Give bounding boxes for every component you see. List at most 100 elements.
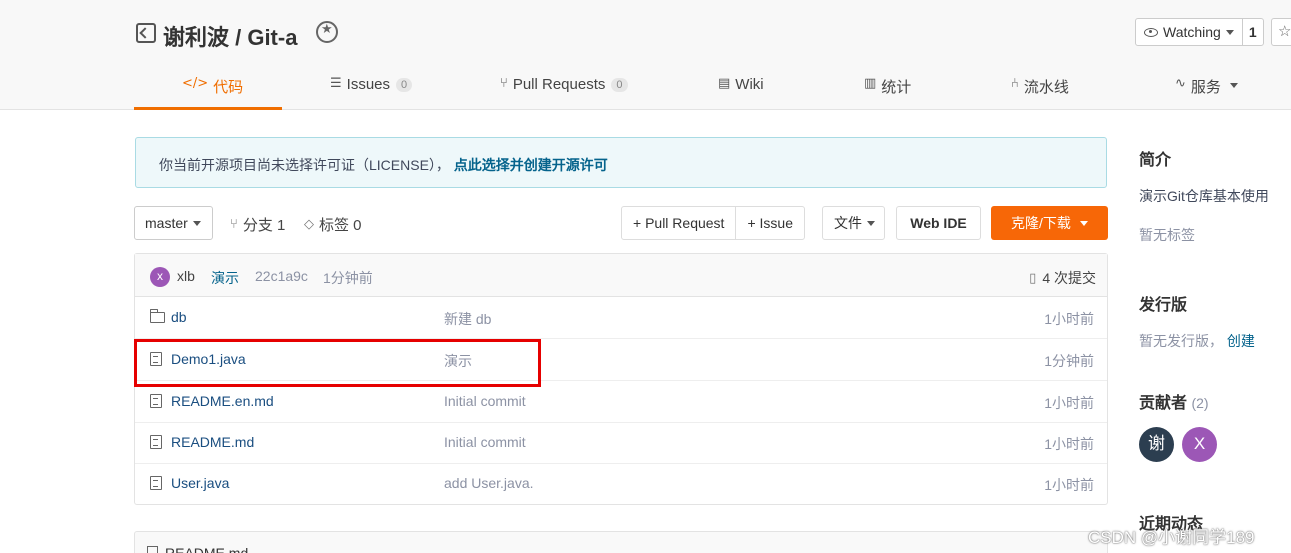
no-tags-text: 暂无标签 bbox=[1139, 227, 1195, 243]
badge-icon[interactable] bbox=[316, 21, 338, 43]
issues-icon: ☰ bbox=[330, 76, 342, 91]
license-notice: 你当前开源项目尚未选择许可证（LICENSE）， 点此选择并创建开源许可 bbox=[135, 137, 1107, 188]
watch-count[interactable]: 1 bbox=[1243, 19, 1263, 45]
commit-author[interactable]: xlb bbox=[177, 268, 195, 284]
tab-pull-requests[interactable]: ⑂ Pull Requests 0 bbox=[500, 70, 628, 110]
tab-wiki[interactable]: ▤ Wiki bbox=[718, 70, 764, 110]
tab-label: Pull Requests bbox=[512, 76, 606, 93]
file-commit-message[interactable]: Initial commit bbox=[444, 434, 526, 450]
file-menu-button[interactable]: 文件 bbox=[822, 206, 885, 240]
chevron-down-icon bbox=[1229, 83, 1238, 88]
file-name[interactable]: User.java bbox=[171, 475, 229, 491]
chevron-down-icon bbox=[867, 220, 875, 226]
file-time: 1小时前 bbox=[1044, 477, 1094, 493]
file-row[interactable]: README.md Initial commit 1小时前 bbox=[135, 422, 1107, 464]
contributors-count: (2) bbox=[1191, 395, 1209, 411]
pull-requests-count: 0 bbox=[611, 78, 628, 92]
readme-label[interactable]: README.md bbox=[165, 545, 248, 553]
tab-label: Issues bbox=[346, 76, 391, 93]
tab-stats[interactable]: ▥ 统计 bbox=[864, 70, 911, 110]
watch-label: Watching bbox=[1163, 24, 1221, 40]
notice-text: 你当前开源项目尚未选择许可证（LICENSE）， bbox=[159, 157, 450, 173]
branch-icon: ⑂ bbox=[230, 217, 238, 232]
file-row[interactable]: User.java add User.java. 1小时前 bbox=[135, 463, 1107, 505]
commit-hash[interactable]: 22c1a9c bbox=[255, 268, 308, 284]
file-time: 1小时前 bbox=[1044, 311, 1094, 327]
chevron-down-icon bbox=[1079, 220, 1088, 226]
avatar[interactable]: X bbox=[1182, 427, 1217, 462]
tab-label: 统计 bbox=[881, 79, 912, 96]
clone-download-button[interactable]: 克隆/下载 bbox=[991, 206, 1108, 240]
tags-label: 标签 0 bbox=[319, 217, 362, 234]
clone-label: 克隆/下载 bbox=[1011, 215, 1071, 231]
chevron-down-icon bbox=[1225, 29, 1234, 35]
file-time: 1小时前 bbox=[1044, 436, 1094, 452]
branch-name: master bbox=[145, 215, 188, 231]
commit-count: 4 次提交 bbox=[1042, 270, 1096, 286]
file-icon bbox=[150, 476, 162, 490]
star-button[interactable]: ☆ bbox=[1271, 18, 1291, 46]
repo-tabs: </> 代码 ☰ Issues 0 ⑂ Pull Requests 0 ▤ Wi… bbox=[134, 70, 1291, 110]
web-ide-button[interactable]: Web IDE bbox=[896, 206, 981, 240]
tab-label: 代码 bbox=[213, 79, 244, 96]
watch-button[interactable]: Watching bbox=[1136, 19, 1243, 45]
branches-link[interactable]: ⑂ 分支 1 bbox=[230, 214, 285, 235]
file-name[interactable]: README.md bbox=[171, 434, 254, 450]
new-pull-request-button[interactable]: + Pull Request bbox=[622, 207, 735, 239]
issues-count: 0 bbox=[396, 78, 413, 92]
contributors-title: 贡献者 (2) bbox=[1139, 389, 1209, 413]
wiki-icon: ▤ bbox=[718, 76, 731, 91]
file-name[interactable]: db bbox=[171, 309, 187, 325]
file-time: 1小时前 bbox=[1044, 395, 1094, 411]
tab-pipeline[interactable]: ⑃ 流水线 bbox=[1011, 70, 1069, 110]
branch-select[interactable]: master bbox=[134, 206, 213, 240]
file-commit-message[interactable]: add User.java. bbox=[444, 475, 534, 491]
stats-icon: ▥ bbox=[864, 76, 877, 91]
eye-icon bbox=[1144, 27, 1158, 37]
tab-service[interactable]: ∿ 服务 bbox=[1175, 70, 1238, 110]
pipeline-icon: ⑃ bbox=[1011, 76, 1019, 91]
file-icon bbox=[150, 394, 162, 408]
file-label: 文件 bbox=[834, 215, 862, 231]
repo-title[interactable]: 谢利波 / Git-a bbox=[163, 20, 297, 52]
pull-request-icon: ⑂ bbox=[500, 76, 508, 91]
contributors-label: 贡献者 bbox=[1139, 395, 1188, 412]
release-info: 暂无发行版， 创建 bbox=[1139, 331, 1255, 351]
file-commit-message[interactable]: Initial commit bbox=[444, 393, 526, 409]
tab-code[interactable]: </> 代码 bbox=[134, 70, 282, 110]
watermark: CSDN @小谢同学189 bbox=[1088, 528, 1255, 547]
readme-panel: README.md bbox=[134, 531, 1108, 553]
commit-time: 1分钟前 bbox=[323, 270, 373, 286]
service-icon: ∿ bbox=[1175, 76, 1186, 91]
commit-count-link[interactable]: ▯ 4 次提交 bbox=[1029, 268, 1096, 288]
branches-label: 分支 1 bbox=[242, 217, 286, 234]
watch-group: Watching 1 bbox=[1135, 18, 1264, 46]
tab-label: 服务 bbox=[1190, 79, 1221, 96]
tags-link[interactable]: ◇ 标签 0 bbox=[304, 214, 362, 235]
file-icon bbox=[150, 435, 162, 449]
release-title: 发行版 bbox=[1139, 297, 1188, 314]
file-row[interactable]: db 新建 db 1小时前 bbox=[135, 297, 1107, 339]
folder-icon bbox=[149, 309, 165, 323]
tab-label: Wiki bbox=[735, 76, 764, 93]
star-icon: ☆ bbox=[1278, 22, 1291, 40]
no-release-text: 暂无发行版， bbox=[1139, 333, 1223, 349]
commit-message[interactable]: 演示 bbox=[211, 268, 239, 288]
tab-issues[interactable]: ☰ Issues 0 bbox=[330, 70, 413, 110]
intro-title: 简介 bbox=[1139, 152, 1172, 169]
new-pr-issue-group: + Pull Request + Issue bbox=[621, 206, 805, 240]
intro-text: 演示Git仓库基本使用 bbox=[1139, 188, 1269, 204]
file-time: 1分钟前 bbox=[1044, 353, 1094, 369]
file-name[interactable]: README.en.md bbox=[171, 393, 274, 409]
create-license-link[interactable]: 点此选择并创建开源许可 bbox=[454, 157, 608, 173]
file-icon bbox=[147, 546, 158, 553]
file-row[interactable]: README.en.md Initial commit 1小时前 bbox=[135, 381, 1107, 423]
file-commit-message[interactable]: 新建 db bbox=[444, 309, 491, 329]
latest-commit-bar: x xlb 演示 22c1a9c 1分钟前 ▯ 4 次提交 bbox=[135, 254, 1107, 297]
avatar[interactable]: x bbox=[150, 267, 170, 287]
tag-icon: ◇ bbox=[304, 217, 314, 232]
create-release-link[interactable]: 创建 bbox=[1227, 333, 1255, 349]
repo-header: 谢利波 / Git-a Watching 1 ☆ </> 代码 ☰ Issues… bbox=[0, 0, 1291, 110]
new-issue-button[interactable]: + Issue bbox=[735, 207, 804, 239]
avatar[interactable]: 谢 bbox=[1139, 427, 1174, 462]
